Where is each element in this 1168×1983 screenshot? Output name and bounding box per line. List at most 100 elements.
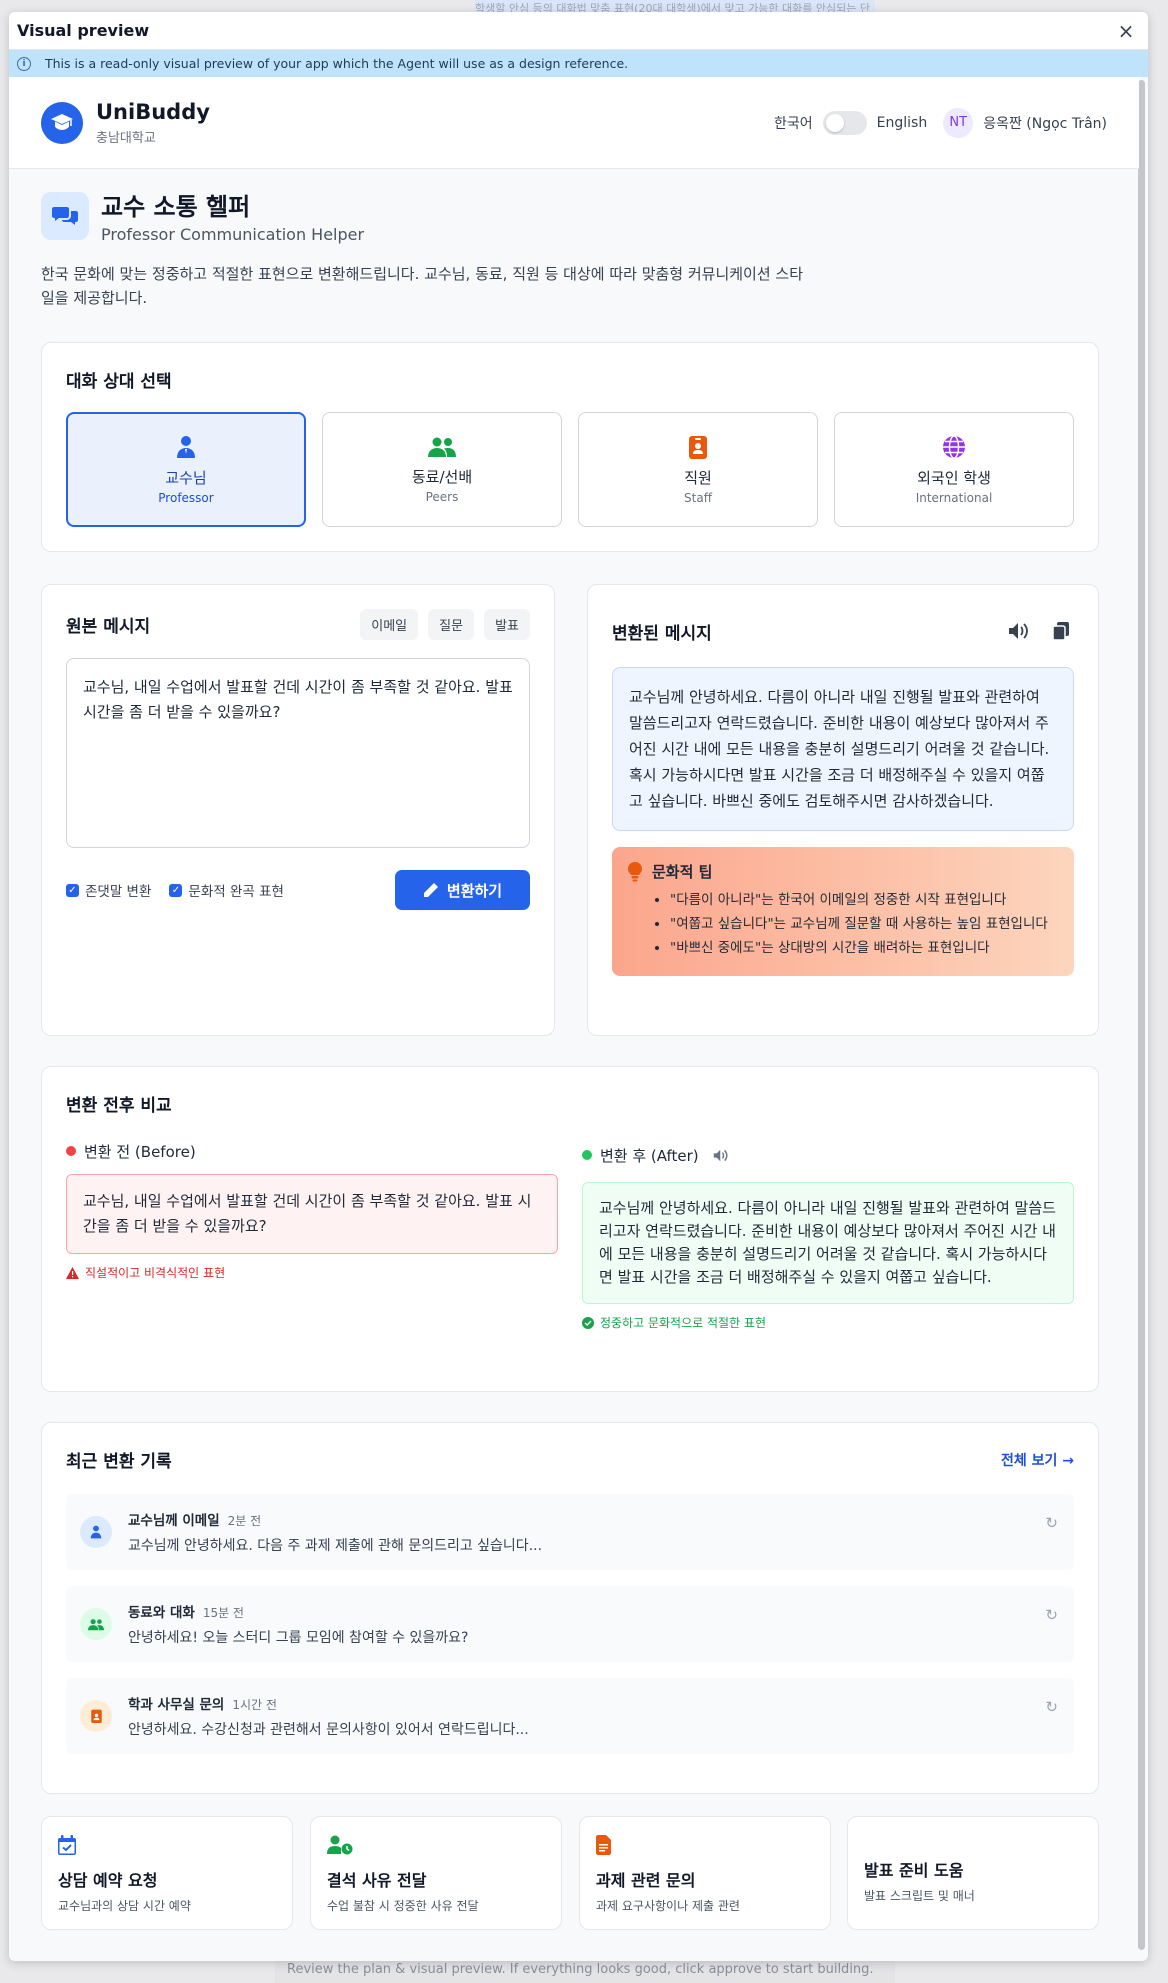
quick-action-title: 상담 예약 요청 <box>58 1871 158 1890</box>
speaker-icon[interactable] <box>1008 622 1030 640</box>
convert-button[interactable]: 변환하기 <box>395 870 530 910</box>
history-item[interactable]: 학과 사무실 문의 1시간 전 안녕하세요. 수강신청과 관련해서 문의사항이 있… <box>66 1678 1074 1754</box>
recipient-sub: Staff <box>684 490 712 505</box>
refresh-icon[interactable]: ↻ <box>1045 1606 1058 1624</box>
honorific-checkbox[interactable]: ✓ 존댓말 변환 <box>66 880 151 900</box>
history-item[interactable]: 교수님께 이메일 2분 전 교수님께 안녕하세요. 다음 주 과제 제출에 관해 … <box>66 1494 1074 1570</box>
history-title: 최근 변환 기록 <box>66 1452 172 1472</box>
app-header: UniBuddy 충남대학교 한국어 English NT 응옥짠 (Ngọc … <box>9 77 1139 169</box>
peers-icon <box>80 1608 112 1640</box>
history-item-title: 동료와 대화 <box>128 1605 195 1621</box>
read-only-notice: i This is a read-only visual preview of … <box>9 50 1148 77</box>
history-item-time: 15분 전 <box>202 1606 244 1620</box>
recipient-option-international[interactable]: 외국인 학생 International <box>834 412 1074 527</box>
page-title: 교수 소통 헬퍼 <box>101 193 251 221</box>
tip-item: "다름이 아니라"는 한국어 이메일의 정중한 시작 표현입니다 <box>670 888 1058 912</box>
tip-list: "다름이 아니라"는 한국어 이메일의 정중한 시작 표현입니다 "여쭙고 싶습… <box>628 888 1058 960</box>
close-icon[interactable]: × <box>1114 19 1138 43</box>
original-message-input[interactable]: 교수님, 내일 수업에서 발표할 건데 시간이 좀 부족할 것 같아요. 발표 … <box>66 658 530 848</box>
template-chip-presentation[interactable]: 발표 <box>484 609 530 640</box>
after-text: 교수님께 안녕하세요. 다름이 아니라 내일 진행될 발표와 관련하여 말씀드리… <box>582 1182 1074 1304</box>
comparison-title: 변환 전후 비교 <box>66 1096 172 1116</box>
checkbox-checked-icon: ✓ <box>169 883 183 897</box>
professor-icon <box>177 435 195 458</box>
recipient-sub: Professor <box>158 490 214 505</box>
quick-action-presentation[interactable]: 발표 준비 도움 발표 스크립트 및 매너 <box>847 1816 1099 1930</box>
lightbulb-icon <box>628 861 642 881</box>
before-note: 직설적이고 비격식적인 표현 <box>85 1266 226 1280</box>
history-item-time: 2분 전 <box>227 1514 262 1528</box>
quick-action-assignment[interactable]: 과제 관련 문의 과제 요구사항이나 제출 관련 <box>579 1816 831 1930</box>
before-dot <box>66 1146 76 1156</box>
comparison-card: 변환 전후 비교 변환 전 (Before) 교수님, 내일 수업에서 발표할 … <box>41 1066 1099 1392</box>
peers-icon <box>428 437 456 457</box>
tip-item: "여쭙고 싶습니다"는 교수님께 질문할 때 사용하는 높임 표현입니다 <box>670 912 1058 936</box>
copy-icon[interactable] <box>1052 621 1070 641</box>
modal-title: Visual preview <box>17 21 150 40</box>
page-description: 한국 문화에 맞는 정중하고 적절한 표현으로 변환해드립니다. 교수님, 동료… <box>41 265 804 307</box>
language-toggle[interactable] <box>822 110 867 135</box>
quick-action-consultation[interactable]: 상담 예약 요청 교수님과의 상담 시간 예약 <box>41 1816 293 1930</box>
recipient-title: 대화 상대 선택 <box>66 372 172 392</box>
template-chip-email[interactable]: 이메일 <box>360 609 419 640</box>
original-message-card: 원본 메시지 이메일 질문 발표 교수님, 내일 수업에서 발표할 건데 시간이… <box>41 584 555 1036</box>
recipient-option-peers[interactable]: 동료/선배 Peers <box>322 412 562 527</box>
staff-badge-icon <box>80 1700 112 1732</box>
refresh-icon[interactable]: ↻ <box>1045 1514 1058 1532</box>
quick-action-sub: 과제 요구사항이나 제출 관련 <box>596 1899 740 1913</box>
quick-action-title: 결석 사유 전달 <box>327 1871 427 1890</box>
after-dot <box>582 1150 592 1160</box>
scrollbar[interactable] <box>1138 80 1145 1950</box>
history-item-text: 안녕하세요. 수강신청과 관련해서 문의사항이 있어서 연락드립니다... <box>128 1722 529 1738</box>
quick-action-sub: 수업 불참 시 정중한 사유 전달 <box>327 1899 479 1913</box>
tip-item: "바쁘신 중에도"는 상대방의 시간을 배려하는 표현입니다 <box>670 936 1058 960</box>
recipient-label: 직원 <box>684 468 712 487</box>
original-title: 원본 메시지 <box>66 617 151 637</box>
before-text: 교수님, 내일 수업에서 발표할 건데 시간이 좀 부족할 것 같아요. 발표 … <box>66 1174 558 1254</box>
cultural-checkbox[interactable]: ✓ 문화적 완곡 표현 <box>169 880 284 900</box>
user-name: 응옥짠 (Ngọc Trân) <box>983 115 1107 132</box>
checkbox-checked-icon: ✓ <box>66 883 79 897</box>
converted-message-text: 교수님께 안녕하세요. 다름이 아니라 내일 진행될 발표와 관련하여 말씀드리… <box>612 667 1074 831</box>
check-circle-icon <box>582 1316 594 1329</box>
recipient-sub: International <box>915 490 993 505</box>
recipient-label: 동료/선배 <box>411 467 473 486</box>
recipient-option-staff[interactable]: 직원 Staff <box>578 412 818 527</box>
refresh-icon[interactable]: ↻ <box>1045 1698 1058 1716</box>
lang-korean-label: 한국어 <box>774 115 813 132</box>
notice-text: This is a read-only visual preview of yo… <box>45 56 629 71</box>
recipient-label: 외국인 학생 <box>917 468 991 487</box>
history-card: 최근 변환 기록 전체 보기 → 교수님께 이메일 2분 전 교수님께 안녕하세요… <box>41 1422 1099 1794</box>
quick-action-sub: 발표 스크립트 및 매너 <box>864 1889 975 1903</box>
before-label: 변환 전 (Before) <box>84 1142 196 1161</box>
avatar[interactable]: NT <box>943 107 974 138</box>
university-name: 충남대학교 <box>96 130 156 146</box>
recipient-sub: Peers <box>425 489 459 504</box>
honorific-label: 존댓말 변환 <box>85 884 152 900</box>
recipient-label: 교수님 <box>165 468 207 487</box>
page-subtitle: Professor Communication Helper <box>101 225 365 244</box>
template-chip-question[interactable]: 질문 <box>428 609 475 640</box>
speaker-icon[interactable] <box>713 1149 729 1162</box>
calendar-check-icon <box>58 1835 76 1855</box>
quick-action-absence[interactable]: 결석 사유 전달 수업 불참 시 정중한 사유 전달 <box>310 1816 562 1930</box>
file-icon <box>596 1835 611 1855</box>
converted-message-card: 변환된 메시지 교수님께 안녕하세요. 다름이 아니라 내일 진행될 발표와 관… <box>587 584 1099 1036</box>
recipient-option-professor[interactable]: 교수님 Professor <box>66 412 306 527</box>
modal-header: Visual preview × <box>9 12 1148 50</box>
tip-title: 문화적 팁 <box>652 863 713 881</box>
main-content: 교수 소통 헬퍼 Professor Communication Helper … <box>41 187 1099 310</box>
chat-bubbles-icon <box>41 191 89 240</box>
history-item-text: 안녕하세요! 오늘 스터디 그룹 모임에 참여할 수 있을까요? <box>128 1630 469 1646</box>
info-icon: i <box>17 56 31 71</box>
recipient-card: 대화 상대 선택 교수님 Professor 동료/선배 Peers 직원 St… <box>41 342 1099 552</box>
lang-english-label: English <box>876 114 928 131</box>
user-clock-icon <box>327 1835 353 1855</box>
cultural-label: 문화적 완곡 표현 <box>188 884 284 900</box>
view-all-link[interactable]: 전체 보기 → <box>1001 1450 1074 1470</box>
history-item[interactable]: 동료와 대화 15분 전 안녕하세요! 오늘 스터디 그룹 모임에 참여할 수 있… <box>66 1586 1074 1662</box>
history-item-title: 교수님께 이메일 <box>128 1513 220 1529</box>
quick-action-title: 과제 관련 문의 <box>596 1871 696 1890</box>
after-label: 변환 후 (After) <box>600 1146 699 1165</box>
history-item-title: 학과 사무실 문의 <box>128 1697 225 1713</box>
